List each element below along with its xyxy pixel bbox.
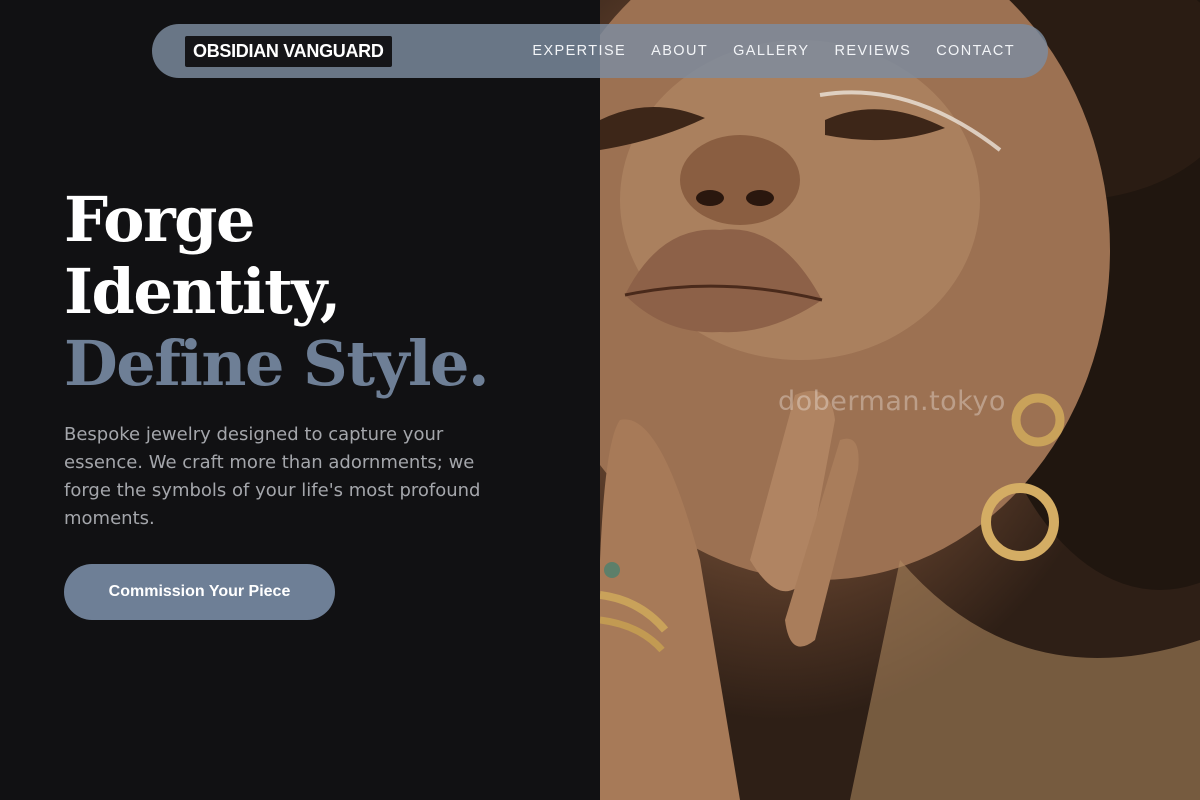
brand-logo[interactable]: OBSIDIAN VANGUARD	[185, 35, 392, 67]
photo-watermark: doberman.tokyo	[778, 386, 1006, 417]
nav-link-about[interactable]: ABOUT	[651, 43, 708, 59]
hero-left-panel	[0, 0, 600, 800]
hero-headline: Forge Identity, Define Style.	[64, 183, 490, 400]
headline-line-3: Define Style.	[64, 327, 490, 400]
headline-line-2: Identity,	[64, 255, 341, 328]
commission-button[interactable]: Commission Your Piece	[64, 564, 335, 620]
nav-link-reviews[interactable]: REVIEWS	[835, 43, 912, 59]
top-navbar: OBSIDIAN VANGUARD EXPERTISE ABOUT GALLER…	[152, 24, 1048, 78]
hero-description: Bespoke jewelry designed to capture your…	[64, 424, 481, 529]
headline-line-1: Forge	[64, 183, 255, 256]
nav-link-contact[interactable]: CONTACT	[936, 43, 1015, 59]
nav-link-gallery[interactable]: GALLERY	[733, 43, 809, 59]
nav-link-expertise[interactable]: EXPERTISE	[532, 43, 626, 59]
nav-links: EXPERTISE ABOUT GALLERY REVIEWS CONTACT	[532, 43, 1015, 59]
